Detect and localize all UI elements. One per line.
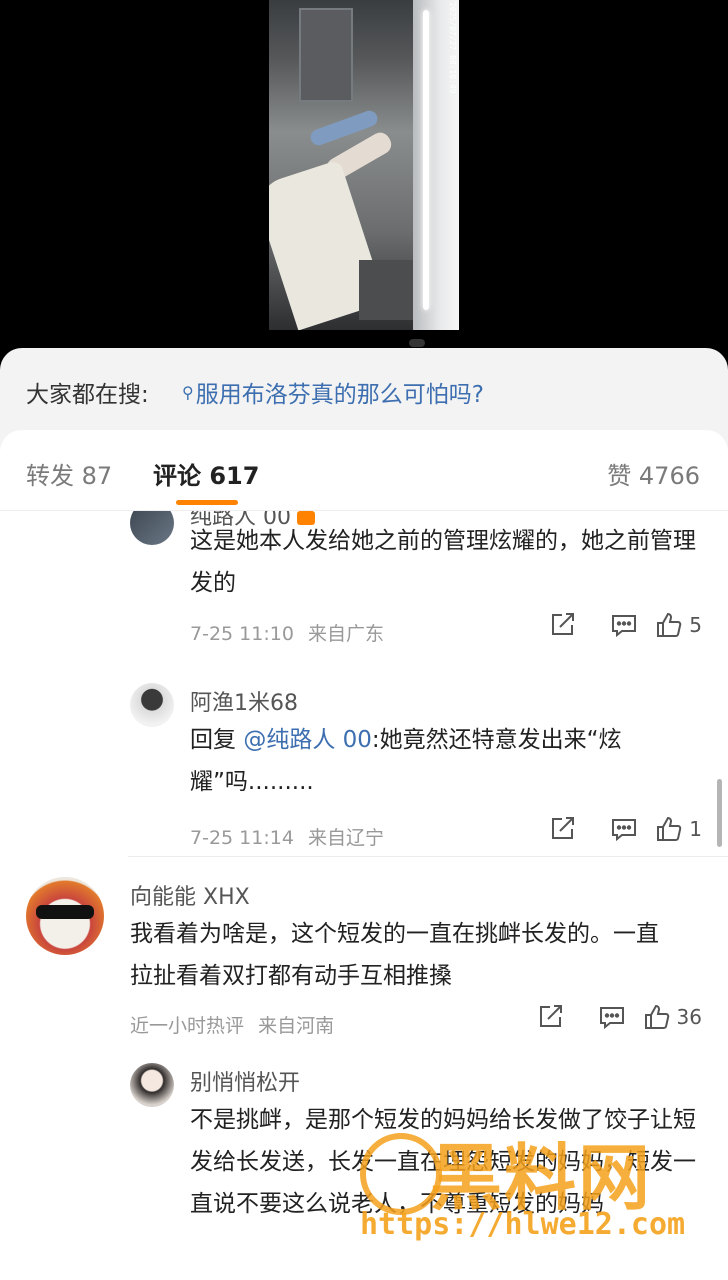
tab-likes[interactable]: 赞 4766 <box>607 456 700 491</box>
video-shelf <box>299 8 353 102</box>
video-player[interactable]: 2025/07/27 08:10:49 <box>0 0 728 360</box>
commenter-name[interactable]: 向能能 XHX <box>130 879 250 911</box>
scrollbar[interactable] <box>717 779 722 847</box>
comment-text: 不是挑衅，是那个短发的妈妈给长发做了饺子让短发给长发送，长发一直在埋怨短发的妈妈… <box>190 1107 696 1217</box>
video-timestamp: 2025/07/27 08:10:49 <box>448 2 457 94</box>
comment-text: 这是她本人发给她之前的管理炫耀的，她之前管理发的 <box>190 528 696 596</box>
like-count: 1 <box>689 817 702 841</box>
comment-time: 7-25 11:10 <box>190 623 294 645</box>
video-ceiling-light <box>423 10 429 310</box>
tab-bar: 转发 87 评论 617 赞 4766 <box>0 430 728 512</box>
reply-item: 阿渔1米68 回复 @纯路人 00:她竟然还特意发出来“炫耀”吗........… <box>0 673 728 863</box>
comment-list: 纯路人 00 这是她本人发给她之前的管理炫耀的，她之前管理发的 7-25 11:… <box>0 511 728 1280</box>
comment-location: 来自广东 <box>307 623 384 645</box>
comment-text: 我看着为啥是，这个短发的一直在挑衅长发的。一直拉扯看着双打都有动手互相推搡 <box>130 921 659 989</box>
share-icon <box>552 817 575 839</box>
comment-meta: 7-25 11:14 来自辽宁 <box>190 823 384 850</box>
reply-prefix: 回复 <box>190 727 244 753</box>
sunglasses-decoration <box>36 905 94 919</box>
video-handle[interactable] <box>409 339 425 347</box>
thumbs-up-icon <box>657 612 682 637</box>
commenter-name[interactable]: 别悄悄松开 <box>190 1065 300 1097</box>
reply-button[interactable] <box>593 611 655 639</box>
reply-item: 别悄悄松开 不是挑衅，是那个短发的妈妈给长发做了饺子让短发给长发送，长发一直在埋… <box>0 1057 728 1280</box>
comment-icon <box>612 615 637 638</box>
tab-forward[interactable]: 转发 87 <box>26 456 112 491</box>
comment-actions: 5 <box>531 611 702 639</box>
like-button[interactable]: 36 <box>643 1003 702 1031</box>
reply-button[interactable] <box>581 1003 643 1031</box>
comment-location: 来自河南 <box>258 1015 335 1037</box>
tab-comments[interactable]: 评论 617 <box>153 456 259 491</box>
comment-location: 来自辽宁 <box>307 827 384 849</box>
like-button[interactable]: 5 <box>655 611 702 639</box>
comment-meta: 近一小时热评 来自河南 <box>130 1011 334 1038</box>
like-count: 5 <box>689 613 702 637</box>
comment-time: 7-25 11:14 <box>190 827 294 849</box>
tab-active-indicator <box>176 500 238 505</box>
video-frame[interactable]: 2025/07/27 08:10:49 <box>269 0 459 330</box>
avatar[interactable] <box>130 683 174 727</box>
like-count: 36 <box>676 1005 702 1029</box>
search-icon: ⚲ <box>182 382 194 402</box>
reply-item: 纯路人 00 这是她本人发给她之前的管理炫耀的，她之前管理发的 7-25 11:… <box>0 511 728 659</box>
trending-search-query: 服用布洛芬真的那么可怕吗? <box>195 382 484 408</box>
thumbs-up-icon <box>644 1004 669 1029</box>
commenter-name[interactable]: 阿渔1米68 <box>190 685 298 717</box>
share-icon <box>539 1005 562 1027</box>
like-button[interactable]: 1 <box>655 815 702 843</box>
comment-meta: 7-25 11:10 来自广东 <box>190 619 384 646</box>
trending-search-label: 大家都在搜: <box>26 382 149 408</box>
share-button[interactable] <box>531 815 593 843</box>
share-icon <box>552 613 575 635</box>
avatar[interactable] <box>130 1063 174 1107</box>
comment-time: 近一小时热评 <box>130 1015 245 1037</box>
share-button[interactable] <box>519 1003 581 1031</box>
comment-icon <box>599 1007 624 1030</box>
comment-text: 回复 @纯路人 00:她竟然还特意发出来“炫耀”吗......... <box>190 719 702 803</box>
avatar[interactable] <box>130 511 174 545</box>
trending-search-link[interactable]: ⚲ 服用布洛芬真的那么可怕吗? <box>182 375 484 409</box>
share-button[interactable] <box>531 611 593 639</box>
comment-item: 向能能 XHX 我看着为啥是，这个短发的一直在挑衅长发的。一直拉扯看着双打都有动… <box>0 857 728 1045</box>
mention-link[interactable]: @纯路人 00 <box>243 727 372 753</box>
reply-button[interactable] <box>593 815 655 843</box>
comment-actions: 36 <box>519 1003 702 1031</box>
avatar[interactable] <box>26 877 104 955</box>
thumbs-up-icon <box>657 816 682 841</box>
comment-actions: 1 <box>531 815 702 843</box>
comments-sheet: 转发 87 评论 617 赞 4766 纯路人 00 这是她本人发给她之前的管理… <box>0 430 728 1280</box>
comment-icon <box>612 819 637 842</box>
